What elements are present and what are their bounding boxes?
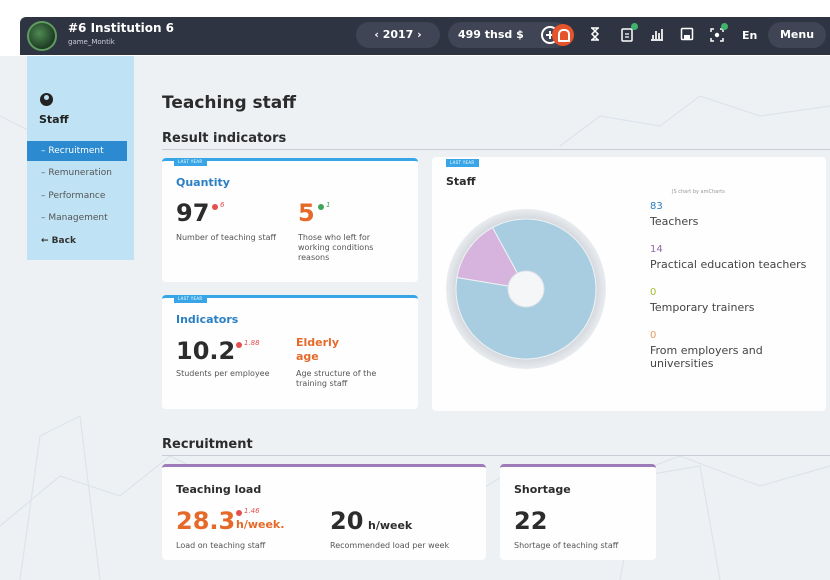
year-selector[interactable]: ‹ 2017 › — [356, 22, 440, 48]
chart-credit: JS chart by amCharts — [672, 189, 725, 195]
sidebar-item-management[interactable]: – Management — [27, 208, 127, 228]
divider — [162, 149, 830, 150]
left-staff-desc: Those who left for working conditions re… — [298, 233, 374, 262]
age-structure-desc: Age structure of the training staff — [296, 369, 377, 388]
teaching-load-unit: h/week. — [236, 518, 285, 531]
budget-pill: 499 thsd $ — [448, 22, 568, 48]
sidebar-item-performance[interactable]: – Performance — [27, 186, 127, 206]
decrease-indicator — [212, 204, 218, 210]
notification-badge — [631, 23, 638, 30]
user-icon — [40, 93, 53, 106]
legend-value-temporary: 0 — [650, 287, 657, 298]
students-delta: 1.88 — [244, 339, 260, 347]
scan-icon[interactable] — [710, 23, 728, 42]
language-switch[interactable]: En — [742, 29, 757, 42]
students-desc: Students per employee — [176, 369, 270, 378]
indicators-card: LAST YEAR Indicators 10.2 1.88 Students … — [162, 295, 418, 409]
document-icon[interactable] — [620, 23, 638, 42]
avatar[interactable] — [27, 21, 57, 51]
left-staff-delta: 1 — [326, 201, 331, 209]
menu-button[interactable]: Menu — [768, 22, 826, 48]
shortage-value: 22 — [514, 507, 548, 535]
students-per-employee-value: 10.2 — [176, 337, 236, 365]
legend-label-teachers: Teachers — [650, 215, 699, 228]
legend-label-practical: Practical education teachers — [650, 258, 807, 271]
save-icon[interactable] — [680, 27, 694, 41]
result-indicators-heading: Result indicators — [162, 131, 287, 146]
page-title: Teaching staff — [162, 93, 297, 113]
sidebar-title: Staff — [39, 113, 69, 126]
staff-pie-chart — [446, 209, 606, 369]
notification-badge — [721, 23, 728, 30]
staff-chart-card: LAST YEAR Staff JS chart by amCharts 83 … — [432, 157, 826, 411]
bar-chart-icon[interactable] — [650, 27, 664, 41]
legend-value-teachers: 83 — [650, 201, 663, 212]
age-structure-value: Elderly age — [296, 336, 339, 363]
teaching-staff-value: 97 — [176, 199, 210, 227]
shortage-desc: Shortage of teaching staff — [514, 541, 619, 550]
sidebar-item-remuneration[interactable]: – Remuneration — [27, 163, 127, 183]
legend-label-employers: From employers and universities — [650, 344, 763, 370]
recommended-load-desc: Recommended load per week — [330, 541, 450, 550]
increase-indicator — [318, 204, 324, 210]
left-staff-value: 5 — [298, 199, 315, 227]
shortage-title: Shortage — [514, 483, 571, 496]
quantity-title: Quantity — [176, 176, 230, 189]
pie-center — [507, 270, 545, 308]
teaching-load-title: Teaching load — [176, 483, 262, 496]
main-content: Teaching staff Result indicators LAST YE… — [134, 56, 830, 580]
sidebar: Staff – Recruitment – Remuneration – Per… — [27, 56, 134, 260]
teaching-load-value: 28.3 — [176, 507, 236, 535]
quantity-card: LAST YEAR Quantity 97 6 Number of teachi… — [162, 158, 418, 282]
last-year-tag: LAST YEAR — [446, 159, 479, 167]
teaching-load-card: Teaching load 28.3 1.46 h/week. Load on … — [162, 464, 486, 560]
top-bar-panel: #6 Institution 6 game_Montik ‹ 2017 › 49… — [20, 17, 830, 55]
teaching-load-desc: Load on teaching staff — [176, 541, 266, 550]
bell-icon[interactable] — [552, 24, 574, 46]
legend-label-temporary: Temporary trainers — [650, 301, 755, 314]
recruitment-heading: Recruitment — [162, 437, 253, 452]
top-bar: #6 Institution 6 game_Montik ‹ 2017 › 49… — [0, 0, 830, 56]
sidebar-item-recruitment[interactable]: – Recruitment — [27, 141, 127, 161]
teaching-staff-delta: 6 — [220, 201, 225, 209]
shortage-card: Shortage 22 Shortage of teaching staff — [500, 464, 656, 560]
recommended-load-value: 20 — [330, 507, 364, 535]
hourglass-icon[interactable] — [588, 27, 602, 41]
user-name: game_Montik — [68, 38, 115, 46]
legend-value-practical: 14 — [650, 244, 663, 255]
divider — [162, 455, 830, 456]
recommended-load-unit: h/week — [368, 519, 413, 532]
legend-value-employers: 0 — [650, 330, 657, 341]
teaching-load-delta: 1.46 — [244, 507, 260, 515]
decrease-indicator — [236, 342, 242, 348]
back-link[interactable]: ← Back — [27, 231, 127, 251]
decrease-indicator — [236, 510, 242, 516]
indicators-title: Indicators — [176, 313, 239, 326]
staff-chart-title: Staff — [446, 175, 476, 188]
teaching-staff-desc: Number of teaching staff — [176, 233, 276, 242]
last-year-tag: LAST YEAR — [174, 295, 207, 303]
institution-name: #6 Institution 6 — [68, 21, 175, 35]
last-year-tag: LAST YEAR — [174, 158, 207, 166]
budget-value: 499 thsd $ — [458, 28, 524, 41]
